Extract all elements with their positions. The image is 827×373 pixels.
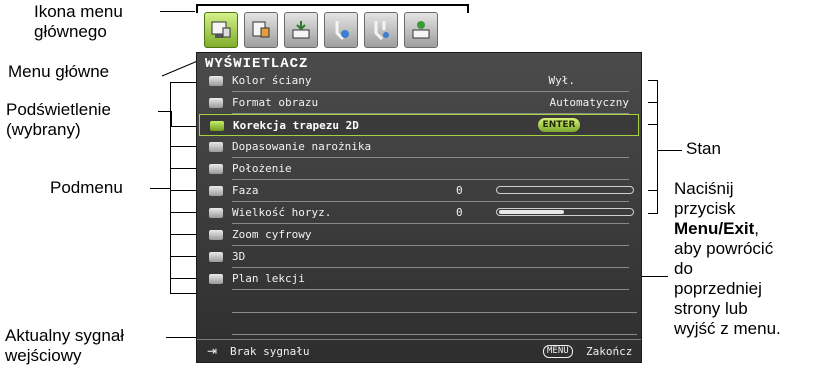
system-tab-icon (335, 21, 349, 41)
display-tab-icon (211, 21, 231, 38)
source-tab-icon (292, 21, 310, 39)
row-label: Kolor ściany (232, 74, 312, 87)
label-podswietlenie-2: (wybrany) (6, 120, 81, 139)
h-size-slider[interactable] (496, 208, 634, 216)
row-value: Automatyczny (549, 96, 629, 109)
menu-row-zoom-cyfrowy[interactable]: Zoom cyfrowy (199, 224, 639, 246)
h-size-icon (209, 208, 223, 218)
leader-podmenu (150, 188, 170, 189)
row-number: 0 (456, 184, 463, 197)
leader-ikona (160, 11, 195, 12)
info-tab-icon (412, 21, 430, 39)
label-podswietlenie: Podświetlenie (6, 100, 111, 119)
menu-row-dopasowanie-naroznika[interactable]: Dopasowanie narożnika (199, 136, 639, 158)
label-nacisnij-6: poprzedniej (674, 279, 762, 298)
row-label: Wielkość horyz. (232, 206, 332, 219)
teaching-template-icon (209, 274, 223, 284)
menu-tab-bar (196, 9, 642, 51)
label-menu-exit: Menu/Exit (674, 219, 755, 238)
menu-row-3d[interactable]: 3D (199, 246, 639, 268)
empty-row-divider (232, 334, 637, 335)
label-aktualny-sygnal: Aktualny sygnał (5, 326, 125, 345)
position-icon (209, 164, 223, 174)
label-comma: , (754, 219, 760, 238)
menu-row-korekcja-trapezu[interactable]: Korekcja trapezu 2D ENTER (199, 114, 639, 136)
tab-advanced[interactable] (364, 12, 398, 48)
bracket-stan-t3 (648, 124, 658, 125)
corner-fit-icon (209, 142, 223, 152)
row-label: Położenie (232, 162, 292, 175)
label-nacisnij-5: do (674, 259, 693, 278)
phase-icon (209, 186, 223, 196)
menu-row-polozenie[interactable]: Położenie (199, 158, 639, 180)
bracket-stan-t5 (648, 213, 658, 214)
label-nacisnij-2: przycisk (674, 199, 736, 218)
leader-podswietlenie-v (171, 111, 172, 127)
tab-picture[interactable] (244, 12, 278, 48)
bracket-stan-t4 (648, 190, 658, 191)
signal-status: Brak sygnału (230, 345, 310, 358)
bracket-podmenu (170, 82, 171, 293)
row-label: Zoom cyfrowy (232, 228, 312, 241)
label-nacisnij-4: aby powrócić (674, 239, 774, 258)
leader-stan (657, 150, 682, 151)
menu-row-plan-lekcji[interactable]: Plan lekcji (199, 268, 639, 290)
label-ikona-menu: Ikona menu (34, 2, 123, 21)
label-nacisnij-1: Naciśnij (674, 179, 734, 198)
row-number: 0 (456, 206, 463, 219)
label-nacisnij-7: strony lub (674, 299, 748, 318)
tab-source[interactable] (284, 12, 318, 48)
row-divider (232, 289, 629, 290)
wall-color-icon (209, 76, 223, 86)
exit-label: Zakończ (586, 345, 633, 358)
label-menu-glowne: Menu główne (8, 62, 110, 81)
phase-slider[interactable] (496, 186, 634, 194)
row-label: Plan lekcji (232, 272, 305, 285)
advanced-tab-icon (374, 21, 389, 41)
slider-fill (499, 210, 564, 214)
label-nacisnij-3: Menu/Exit, (674, 219, 759, 238)
aspect-ratio-icon (209, 98, 223, 108)
label-podmenu: Podmenu (50, 178, 123, 197)
menu-panel: WYŚWIETLACZ Kolor ściany Wył. Format obr… (196, 52, 642, 363)
label-aktualny-sygnal-2: wejściowy (5, 346, 82, 365)
menu-footer: ⇥ Brak sygnału MENU Zakończ (197, 339, 641, 362)
bracket-tabs-top (196, 4, 469, 6)
row-label: Faza (232, 184, 259, 197)
tab-info[interactable] (404, 12, 438, 48)
menu-row-kolor-sciany[interactable]: Kolor ściany Wył. (199, 70, 639, 92)
menu-row-wielkosc-horyz[interactable]: Wielkość horyz. 0 (199, 202, 639, 224)
row-label: 3D (232, 250, 246, 263)
keystone-icon (210, 121, 224, 131)
tab-display[interactable] (204, 12, 238, 48)
tab-system[interactable] (324, 12, 358, 48)
menu-button-icon[interactable]: MENU (543, 345, 573, 358)
bracket-stan-t2 (648, 102, 658, 103)
label-stan: Stan (686, 139, 721, 158)
menu-row-faza[interactable]: Faza 0 (199, 180, 639, 202)
row-label: Format obrazu (232, 96, 319, 109)
enter-badge[interactable]: ENTER (538, 118, 580, 132)
empty-row-divider (232, 312, 637, 313)
picture-tab-icon (252, 21, 270, 38)
menu-row-format-obrazu[interactable]: Format obrazu Automatyczny (199, 92, 639, 114)
row-label: Korekcja trapezu 2D (233, 119, 359, 132)
row-value: Wył. (548, 74, 576, 87)
row-label: Dopasowanie narożnika (232, 140, 372, 153)
input-source-icon: ⇥ (207, 344, 218, 358)
osd-menu: WYŚWIETLACZ Kolor ściany Wył. Format obr… (196, 9, 642, 363)
3d-icon (209, 252, 223, 262)
bracket-stan (657, 80, 658, 214)
zoom-icon (209, 230, 223, 240)
label-nacisnij-8: wyjść z menu. (674, 319, 781, 338)
label-ikona-menu-2: głównego (34, 22, 107, 41)
